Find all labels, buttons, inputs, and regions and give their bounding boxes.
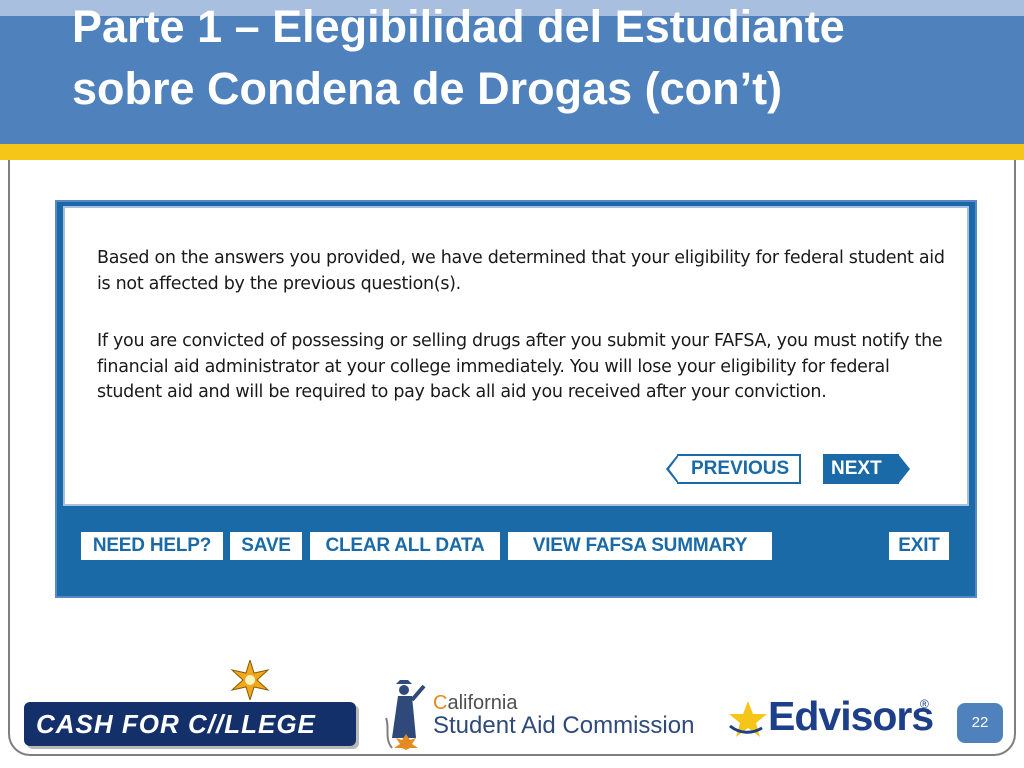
conviction-warning: If you are convicted of possessing or se…: [97, 331, 943, 402]
slide-title: Parte 1 – Elegibilidad del Estudiante so…: [72, 1, 845, 114]
cash-for-college-logo: CASH FOR C//LLEGE: [24, 702, 356, 746]
need-help-button[interactable]: NEED HELP?: [81, 532, 223, 560]
fafsa-screenshot: Based on the answers you provided, we ha…: [55, 200, 977, 598]
previous-button[interactable]: PREVIOUS: [666, 454, 801, 484]
save-button[interactable]: SAVE: [230, 532, 302, 560]
eligibility-message: Based on the answers you provided, we ha…: [97, 248, 945, 294]
csac-logo-line2: Student Aid Commission: [433, 712, 695, 739]
bottom-toolbar: NEED HELP? SAVE CLEAR ALL DATA VIEW FAFS…: [57, 532, 975, 560]
content-area: Based on the answers you provided, we ha…: [63, 206, 969, 506]
page-number: 22: [957, 703, 1003, 743]
registered-mark: ®: [920, 697, 929, 711]
previous-label: PREVIOUS: [691, 458, 790, 479]
cash-for-college-text: CASH FOR C//LLEGE: [36, 709, 316, 739]
gold-star-icon: [729, 701, 767, 737]
right-arrow-icon: [898, 454, 910, 484]
accent-bar: [0, 144, 1024, 160]
next-label: NEXT: [831, 458, 882, 479]
exit-button[interactable]: EXIT: [889, 532, 949, 560]
title-band: Parte 1 – Elegibilidad del Estudiante so…: [0, 1, 1024, 144]
edvisors-logo: Edvisors: [768, 693, 934, 739]
view-fafsa-summary-button[interactable]: VIEW FAFSA SUMMARY: [508, 532, 772, 560]
sunburst-star-icon: [230, 660, 270, 700]
clear-all-data-button[interactable]: CLEAR ALL DATA: [310, 532, 500, 560]
graduate-figure-icon: [385, 680, 426, 750]
next-button[interactable]: NEXT: [823, 454, 910, 484]
